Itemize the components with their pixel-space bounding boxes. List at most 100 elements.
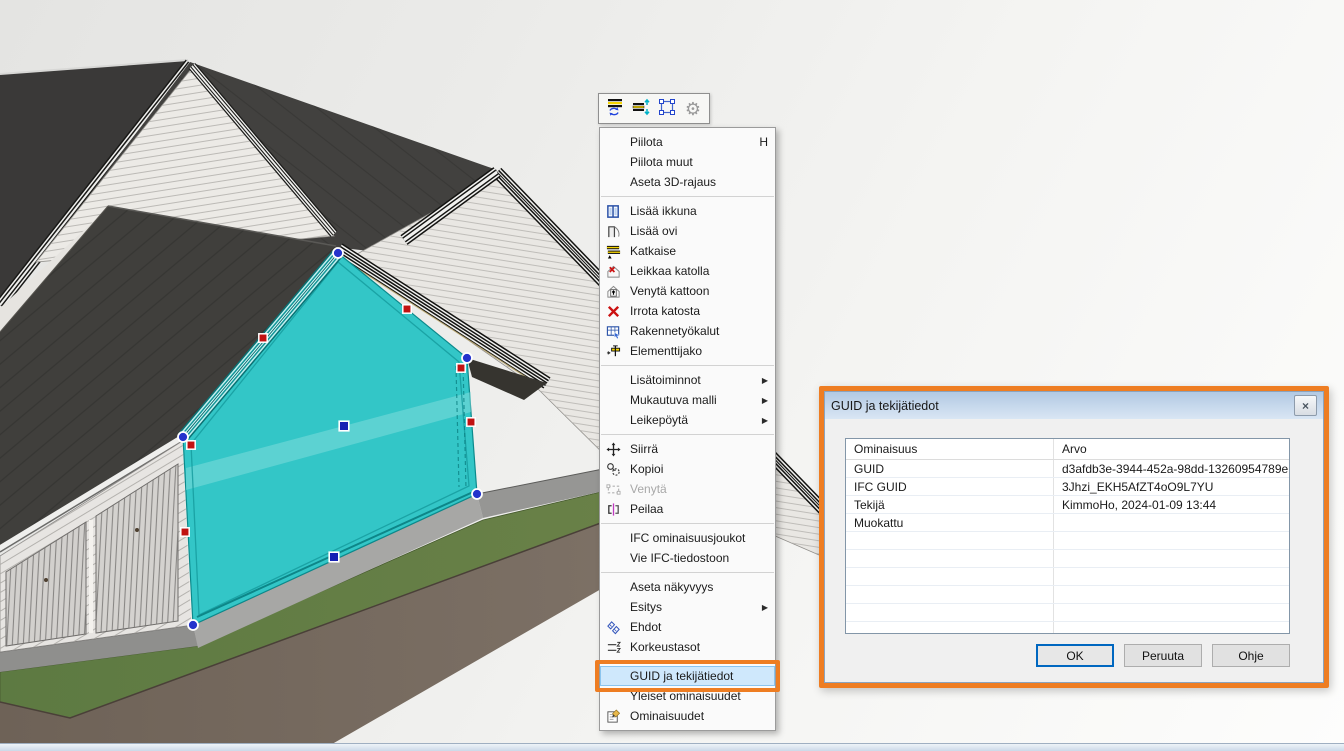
table-row[interactable]: [846, 532, 1289, 550]
menu-item-ehdot[interactable]: Ehdot: [600, 617, 775, 637]
table-row[interactable]: [846, 550, 1289, 568]
menu-item-lis-toiminnot[interactable]: Lisätoiminnot▶: [600, 370, 775, 390]
menu-item-label: Vie IFC-tiedostoon: [630, 551, 768, 565]
dialog-buttons: OK Peruuta Ohje: [1036, 644, 1290, 667]
properties-table: OminaisuusArvoGUIDd3afdb3e-3944-452a-98d…: [845, 438, 1290, 634]
icon-spacer: [604, 372, 623, 388]
menu-item-kopioi[interactable]: Kopioi: [600, 459, 775, 479]
menu-item-lis-ovi[interactable]: Lisää ovi: [600, 221, 775, 241]
edge-midpoint-handle[interactable]: [187, 441, 195, 449]
menu-item-guid-ja-tekij-tiedot[interactable]: GUID ja tekijätiedot: [600, 666, 775, 686]
ohje-button[interactable]: Ohje: [1212, 644, 1290, 667]
table-row[interactable]: [846, 604, 1289, 622]
settings-gear-button[interactable]: ⚙: [681, 97, 705, 121]
property-value-cell: 3Jhzi_EKH5AfZT4oO9L7YU: [1054, 478, 1289, 495]
property-name-cell: GUID: [846, 460, 1054, 477]
property-name-cell: IFC GUID: [846, 478, 1054, 495]
menu-item-peilaa[interactable]: Peilaa: [600, 499, 775, 519]
face-midpoint-handle[interactable]: [339, 421, 349, 431]
menu-item-ifc-ominaisuusjoukot[interactable]: IFC ominaisuusjoukot: [600, 528, 775, 548]
context-menu: Piilota H Piilota muut Aseta 3D-rajaus Lisää…: [599, 127, 776, 731]
menu-item-label: Katkaise: [630, 244, 768, 258]
edge-midpoint-handle[interactable]: [467, 418, 475, 426]
table-row[interactable]: [846, 586, 1289, 604]
menu-item-elementtijako[interactable]: Elementtijako: [600, 341, 775, 361]
menu-item-aseta-3d-rajaus[interactable]: Aseta 3D-rajaus: [600, 172, 775, 192]
conditions-icon: [604, 619, 623, 635]
property-value-cell: [1054, 568, 1289, 585]
ok-button[interactable]: OK: [1036, 644, 1114, 667]
menu-item-rakennety-kalut[interactable]: Rakennetyökalut: [600, 321, 775, 341]
menu-item-siirr[interactable]: Siirrä: [600, 439, 775, 459]
stretch-icon: [604, 481, 623, 497]
edge-midpoint-handle[interactable]: [181, 528, 189, 536]
corner-handle[interactable]: [188, 620, 198, 630]
menu-item-piilota-muut[interactable]: Piilota muut: [600, 152, 775, 172]
submenu-arrow-icon: ▶: [762, 376, 768, 385]
submenu-arrow-icon: ▶: [762, 603, 768, 612]
icon-spacer: [604, 668, 623, 684]
face-midpoint-handle[interactable]: [329, 552, 339, 562]
dialog-titlebar[interactable]: GUID ja tekijätiedot ×: [825, 392, 1323, 419]
menu-item-label: IFC ominaisuusjoukot: [630, 531, 768, 545]
selection-box-button[interactable]: [655, 97, 679, 121]
menu-item-yleiset-ominaisuudet[interactable]: Yleiset ominaisuudet: [600, 686, 775, 706]
menu-item-label: Venytä: [630, 482, 768, 496]
icon-spacer: [604, 579, 623, 595]
table-row[interactable]: Muokattu: [846, 514, 1289, 532]
property-value-cell: d3afdb3e-3944-452a-98dd-13260954789e: [1054, 460, 1289, 477]
menu-separator: [601, 365, 774, 366]
table-row[interactable]: [846, 622, 1289, 634]
menu-item-label: Piilota muut: [630, 155, 768, 169]
3d-viewport[interactable]: ⚙ Piilota H Piilota muut Aseta 3D-rajaus Lis…: [0, 0, 1344, 751]
menu-item-irrota-katosta[interactable]: Irrota katosta: [600, 301, 775, 321]
swap-layers-button[interactable]: [603, 97, 627, 121]
menu-item-katkaise[interactable]: Katkaise: [600, 241, 775, 261]
menu-item-label: Rakennetyökalut: [630, 324, 768, 338]
property-name-cell: [846, 550, 1054, 567]
menu-item-label: Venytä kattoon: [630, 284, 768, 298]
property-value-cell: [1054, 586, 1289, 603]
menu-item-ominaisuudet[interactable]: Ominaisuudet: [600, 706, 775, 726]
menu-item-lis-ikkuna[interactable]: Lisää ikkuna: [600, 201, 775, 221]
menu-item-label: Kopioi: [630, 462, 768, 476]
peruuta-button[interactable]: Peruuta: [1124, 644, 1202, 667]
edge-midpoint-handle[interactable]: [457, 364, 465, 372]
menu-item-venyt[interactable]: Venytä: [600, 479, 775, 499]
icon-spacer: [604, 550, 623, 566]
corner-handle[interactable]: [333, 248, 343, 258]
swap-layers-icon: [605, 97, 625, 120]
menu-item-venyt-kattoon[interactable]: Venytä kattoon: [600, 281, 775, 301]
menu-item-label: Piilota: [630, 135, 747, 149]
corner-handle[interactable]: [462, 353, 472, 363]
context-toolbar: ⚙: [598, 93, 710, 124]
icon-spacer: [604, 688, 623, 704]
table-row[interactable]: [846, 568, 1289, 586]
menu-item-label: Esitys: [630, 600, 750, 614]
edge-midpoint-handle[interactable]: [403, 305, 411, 313]
corner-handle[interactable]: [472, 489, 482, 499]
menu-item-leikkaa-katolla[interactable]: Leikkaa katolla: [600, 261, 775, 281]
menu-item-vie-ifc-tiedostoon[interactable]: Vie IFC-tiedostoon: [600, 548, 775, 568]
height-levels-icon: [604, 639, 623, 655]
taskbar-edge: [0, 743, 1344, 751]
table-row[interactable]: IFC GUID3Jhzi_EKH5AfZT4oO9L7YU: [846, 478, 1289, 496]
settings-gear-icon: ⚙: [685, 100, 701, 118]
menu-item-esitys[interactable]: Esitys ▶: [600, 597, 775, 617]
menu-item-label: Aseta 3D-rajaus: [630, 175, 768, 189]
menu-item-leikep-yt[interactable]: Leikepöytä▶: [600, 410, 775, 430]
application-window: { "viewport": { "selected_wall_color": "…: [0, 0, 1344, 751]
menu-item-shortcut: H: [759, 135, 768, 149]
move-icon: [604, 441, 623, 457]
edge-midpoint-handle[interactable]: [259, 334, 267, 342]
menu-item-piilota[interactable]: Piilota H: [600, 132, 775, 152]
table-row[interactable]: GUIDd3afdb3e-3944-452a-98dd-13260954789e: [846, 460, 1289, 478]
menu-item-mukautuva-malli[interactable]: Mukautuva malli▶: [600, 390, 775, 410]
menu-item-korkeustasot[interactable]: Korkeustasot: [600, 637, 775, 657]
element-division-icon: [604, 343, 623, 359]
guid-dialog: GUID ja tekijätiedot × OminaisuusArvoGUI…: [824, 391, 1324, 683]
table-row[interactable]: TekijäKimmoHo, 2024-01-09 13:44: [846, 496, 1289, 514]
menu-item-aseta-n-kyvyys[interactable]: Aseta näkyvyys: [600, 577, 775, 597]
layer-up-down-button[interactable]: [629, 97, 653, 121]
close-icon[interactable]: ×: [1294, 395, 1317, 416]
